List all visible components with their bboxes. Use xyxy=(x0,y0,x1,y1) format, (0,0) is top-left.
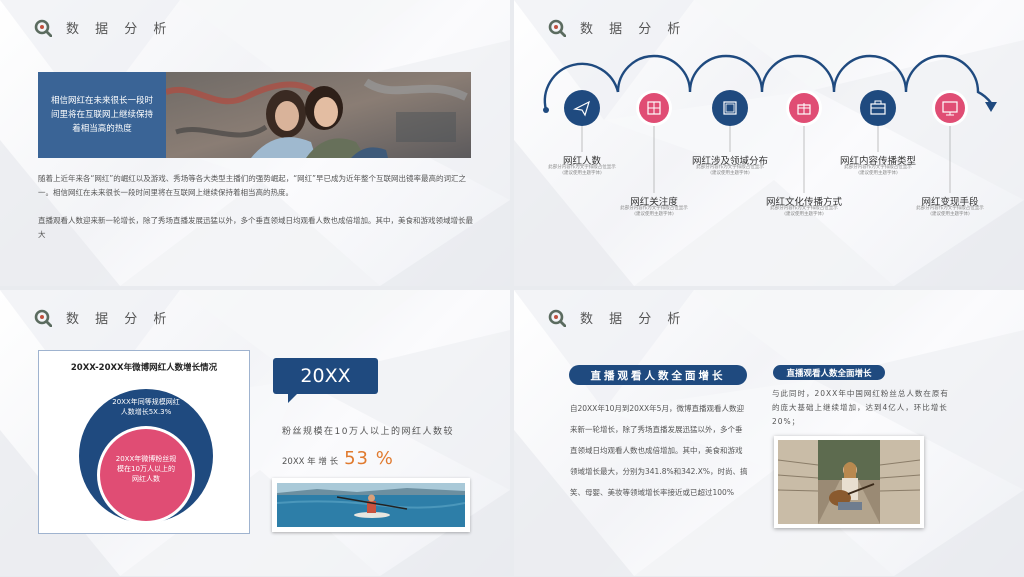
year-bubble: 20XX xyxy=(273,358,378,394)
timeline-node-3 xyxy=(712,90,748,126)
slide-4: 数 据 分 析 直播观看人数全面增长 自20XX年10月到20XX年5月，微博直… xyxy=(514,290,1024,576)
paragraph-2: 直播观看人数迎来新一轮增长，除了秀场直播发展迅猛以外，多个垂直领域日均观看人数也… xyxy=(38,216,473,239)
slide-header: 数 据 分 析 xyxy=(548,308,686,327)
growth-prefix: 20XX 年 增 长 xyxy=(282,457,339,467)
timeline-node-5 xyxy=(860,90,896,126)
magnifier-logo-icon xyxy=(548,309,566,327)
body-text-2: 与此同时，20XX年中国网红粉丝总人数在原有的庞大基础上继续增加，达到4亿人，环… xyxy=(772,389,949,426)
timeline-node-4 xyxy=(786,90,822,126)
highlight-box-text: 相信网红在未来很长一段时间里将在互联网上继续保持着相当高的热度 xyxy=(50,96,153,134)
section-title: 数 据 分 析 xyxy=(580,312,687,327)
timeline-node-6 xyxy=(932,90,968,126)
slide-2: 数 据 分 析 网红人数 此部分内容作为文字排版占位显示 (建议使用主题字体) 网… xyxy=(514,0,1024,286)
timeline-sub-1: 此部分内容作为文字排版占位显示 (建议使用主题字体) xyxy=(548,165,616,176)
guitar-girl-photo xyxy=(774,436,924,528)
timeline-sub-4: 此部分内容作为文字排版占位显示 (建议使用主题字体) xyxy=(770,206,838,217)
slide-header: 数 据 分 析 xyxy=(34,308,172,327)
magnifier-logo-icon xyxy=(34,19,52,37)
timeline-sub-5: 此部分内容作为文字排版占位显示 (建议使用主题字体) xyxy=(844,165,912,176)
magnifier-logo-icon xyxy=(34,309,52,327)
outer-circle-label: 20XX年同等规模网红人数增长5X.3% xyxy=(112,398,180,416)
kayak-photo xyxy=(272,478,470,532)
paragraph-1: 随着上近年来各“网红”的崛红以及游戏、秀场等各大类型主播们的强势崛起，“网红”早… xyxy=(38,174,467,197)
inner-circle-label: 20XX年微博粉丝规模在10万人以上的网红人数 xyxy=(115,455,177,483)
slide-1: 数 据 分 析 相信网红在未来很长一段时间里将在互联网上继续保持着相当高的热度 … xyxy=(0,0,510,286)
slide-3: 数 据 分 析 20XX-20XX年微博网红人数增长情况 20XX年同等规模网红… xyxy=(0,290,510,576)
timeline-sub-3: 此部分内容作为文字排版占位显示 (建议使用主题字体) xyxy=(696,165,764,176)
heading-pill-2: 直播观看人数全面增长 xyxy=(773,365,885,380)
timeline-sub-2: 此部分内容作为文字排版占位显示 (建议使用主题字体) xyxy=(620,206,688,217)
growth-percent: 53 % xyxy=(344,448,394,469)
section-title: 数 据 分 析 xyxy=(66,312,173,327)
two-girls-photo xyxy=(166,72,471,158)
circle-chart-panel: 20XX-20XX年微博网红人数增长情况 20XX年同等规模网红人数增长5X.3… xyxy=(38,350,250,534)
heading-pill-1: 直播观看人数全面增长 xyxy=(569,365,747,385)
highlight-box: 相信网红在未来很长一段时间里将在互联网上继续保持着相当高的热度 xyxy=(38,72,166,158)
timeline-arc xyxy=(543,54,997,193)
growth-line: 20XX 年 增 长 53 % xyxy=(282,448,394,469)
timeline-node-2 xyxy=(636,90,672,126)
growth-text: 粉丝规模在10万人以上的网红人数较 xyxy=(282,427,454,437)
section-title: 数 据 分 析 xyxy=(66,22,173,37)
timeline-node-1 xyxy=(564,90,600,126)
timeline-sub-6: 此部分内容作为文字排版占位显示 (建议使用主题字体) xyxy=(916,206,984,217)
bubble-tail xyxy=(288,393,308,403)
body-text-1: 自20XX年10月到20XX年5月，微博直播观看人数迎来新一轮增长，除了秀场直播… xyxy=(570,404,748,497)
slide-header: 数 据 分 析 xyxy=(34,18,172,37)
